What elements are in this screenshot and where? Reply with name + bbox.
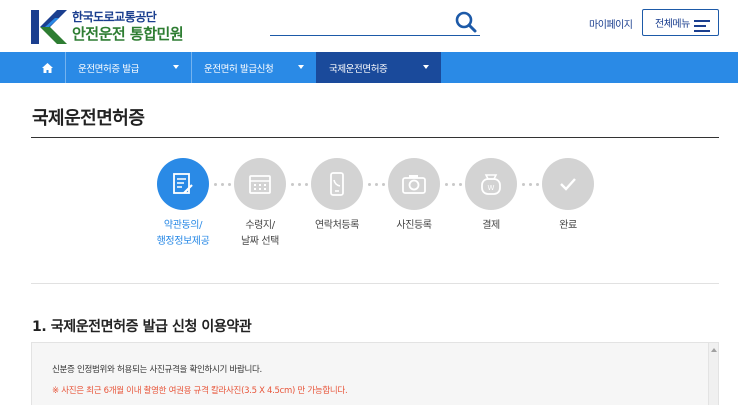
home-button[interactable] bbox=[30, 52, 65, 83]
nav-item-label: 국제운전면허증 bbox=[329, 63, 388, 75]
terms-text: 신분증 인정범위와 허용되는 사진규격을 확인하시기 바랍니다. bbox=[52, 365, 262, 375]
header: 한국도로교통공단 안전운전 통합민원 마이페이지 전체메뉴 bbox=[0, 0, 738, 52]
scroll-up-icon[interactable] bbox=[711, 348, 717, 352]
step-label-line1: 약관동의/ bbox=[163, 220, 203, 231]
terms-box[interactable]: 신분증 인정범위와 허용되는 사진규격을 확인하시기 바랍니다. ※ 사진은 최… bbox=[31, 342, 719, 405]
search-bar bbox=[270, 10, 480, 36]
nav-item-international-license[interactable]: 국제운전면허증 bbox=[316, 52, 441, 83]
logo[interactable]: 한국도로교통공단 안전운전 통합민원 bbox=[31, 9, 184, 45]
svg-text:W: W bbox=[488, 184, 495, 192]
search-input[interactable] bbox=[270, 10, 450, 34]
step-pickup-date: 수령지/ 날짜 선택 bbox=[220, 158, 300, 250]
title-divider bbox=[31, 137, 719, 138]
nav-item-label: 운전면허 발급신청 bbox=[204, 63, 274, 75]
wallet-icon: W bbox=[465, 158, 517, 210]
logo-site-name: 안전운전 통합민원 bbox=[72, 25, 184, 43]
all-menu-button[interactable]: 전체메뉴 bbox=[642, 9, 719, 36]
step-complete: 완료 bbox=[528, 158, 608, 234]
caret-down-icon bbox=[298, 65, 304, 69]
camera-icon bbox=[388, 158, 440, 210]
check-icon bbox=[542, 158, 594, 210]
section-divider bbox=[31, 283, 719, 284]
all-menu-label: 전체메뉴 bbox=[655, 19, 690, 30]
hamburger-icon bbox=[694, 17, 710, 32]
caret-down-icon bbox=[423, 65, 429, 69]
step-label-line2: 날짜 선택 bbox=[241, 236, 279, 247]
step-photo: 사진등록 bbox=[374, 158, 454, 234]
document-edit-icon bbox=[157, 158, 209, 210]
step-terms: 약관동의/ 행정정보제공 bbox=[143, 158, 223, 250]
terms-scrollbar[interactable] bbox=[708, 343, 718, 405]
phone-icon bbox=[311, 158, 363, 210]
mypage-link[interactable]: 마이페이지 bbox=[589, 16, 633, 31]
nav-item-license-issue[interactable]: 운전면허증 발급 bbox=[65, 52, 191, 83]
caret-down-icon bbox=[173, 65, 179, 69]
page-title: 국제운전면허증 bbox=[32, 108, 145, 129]
nav-item-license-apply[interactable]: 운전면허 발급신청 bbox=[191, 52, 316, 83]
search-icon[interactable] bbox=[454, 10, 478, 34]
logo-org-name: 한국도로교통공단 bbox=[72, 10, 157, 24]
step-label-line1: 연락처등록 bbox=[314, 220, 359, 231]
step-label-line1: 수령지/ bbox=[245, 220, 275, 231]
nav-item-label: 운전면허증 발급 bbox=[78, 63, 139, 75]
step-label-line1: 사진등록 bbox=[396, 220, 432, 231]
section-title: 1. 국제운전면허증 발급 신청 이용약관 bbox=[32, 319, 252, 335]
step-payment: W 결제 bbox=[451, 158, 531, 234]
step-label-line1: 결제 bbox=[482, 220, 500, 231]
home-icon bbox=[42, 62, 53, 73]
calendar-icon bbox=[234, 158, 286, 210]
step-contact: 연락처등록 bbox=[297, 158, 377, 234]
main-nav: 운전면허증 발급 운전면허 발급신청 국제운전면허증 bbox=[0, 52, 738, 83]
page: 한국도로교통공단 안전운전 통합민원 마이페이지 전체메뉴 운전면허증 발급 운… bbox=[0, 0, 738, 405]
koroad-logo-icon bbox=[31, 10, 67, 44]
terms-warning-text: ※ 사진은 최근 6개월 이내 촬영한 여권용 규격 칼라사진(3.5 X 4.… bbox=[52, 386, 348, 396]
step-label-line1: 완료 bbox=[559, 220, 577, 231]
step-label-line2: 행정정보제공 bbox=[156, 236, 210, 247]
